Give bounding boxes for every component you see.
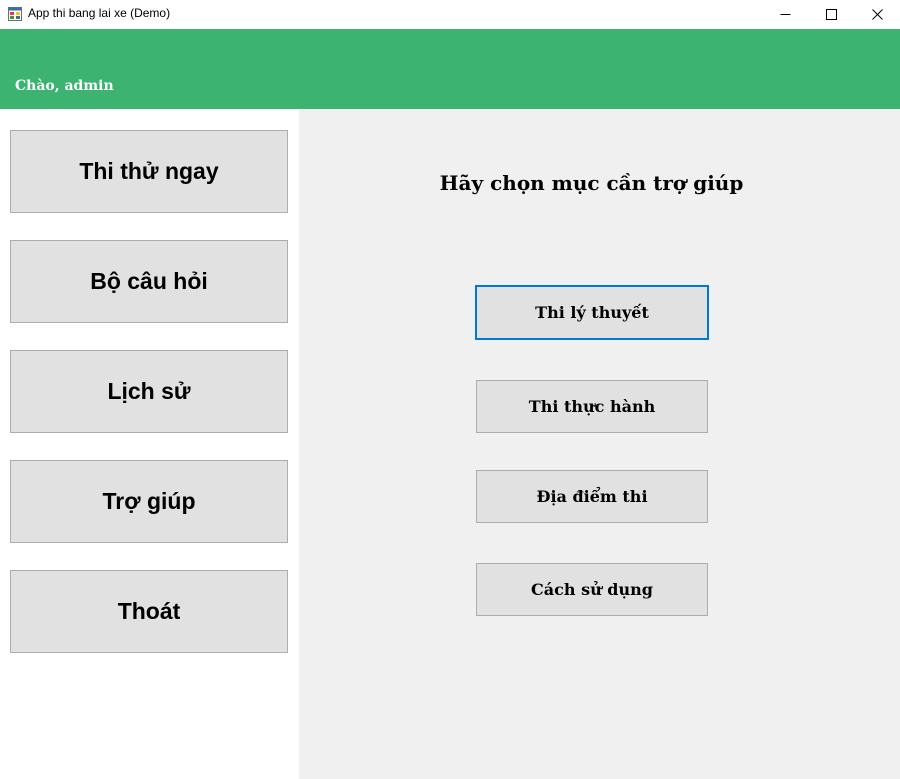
window-title: App thi bang lai xe (Demo) [28,6,171,20]
sidebar: Thi thử ngay Bộ câu hỏi Lịch sử Trợ giúp… [0,109,299,779]
app-window: App thi bang lai xe (Demo) Chào, admin T… [0,0,900,779]
main-content: Hãy chọn mục cần trợ giúp Thi lý thuyết … [299,109,900,779]
close-icon [871,9,883,20]
sidebar-item-question-bank[interactable]: Bộ câu hỏi [10,240,288,323]
header-banner: Chào, admin [0,29,900,109]
sidebar-item-exit[interactable]: Thoát [10,570,288,653]
minimize-button[interactable] [762,0,808,29]
maximize-icon [825,9,837,20]
sidebar-item-history[interactable]: Lịch sử [10,350,288,433]
usage-guide-button[interactable]: Cách sử dụng [476,563,708,616]
sidebar-item-practice-test[interactable]: Thi thử ngay [10,130,288,213]
page-title: Hãy chọn mục cần trợ giúp [439,171,744,195]
app-icon [8,7,22,21]
test-location-button[interactable]: Địa điểm thi [476,470,708,523]
greeting-label: Chào, admin [15,78,114,94]
title-bar[interactable]: App thi bang lai xe (Demo) [0,0,900,29]
theory-test-button[interactable]: Thi lý thuyết [475,285,709,340]
sidebar-item-help[interactable]: Trợ giúp [10,460,288,543]
maximize-button[interactable] [808,0,854,29]
close-button[interactable] [854,0,900,29]
minimize-icon [780,14,790,15]
practical-test-button[interactable]: Thi thực hành [476,380,708,433]
